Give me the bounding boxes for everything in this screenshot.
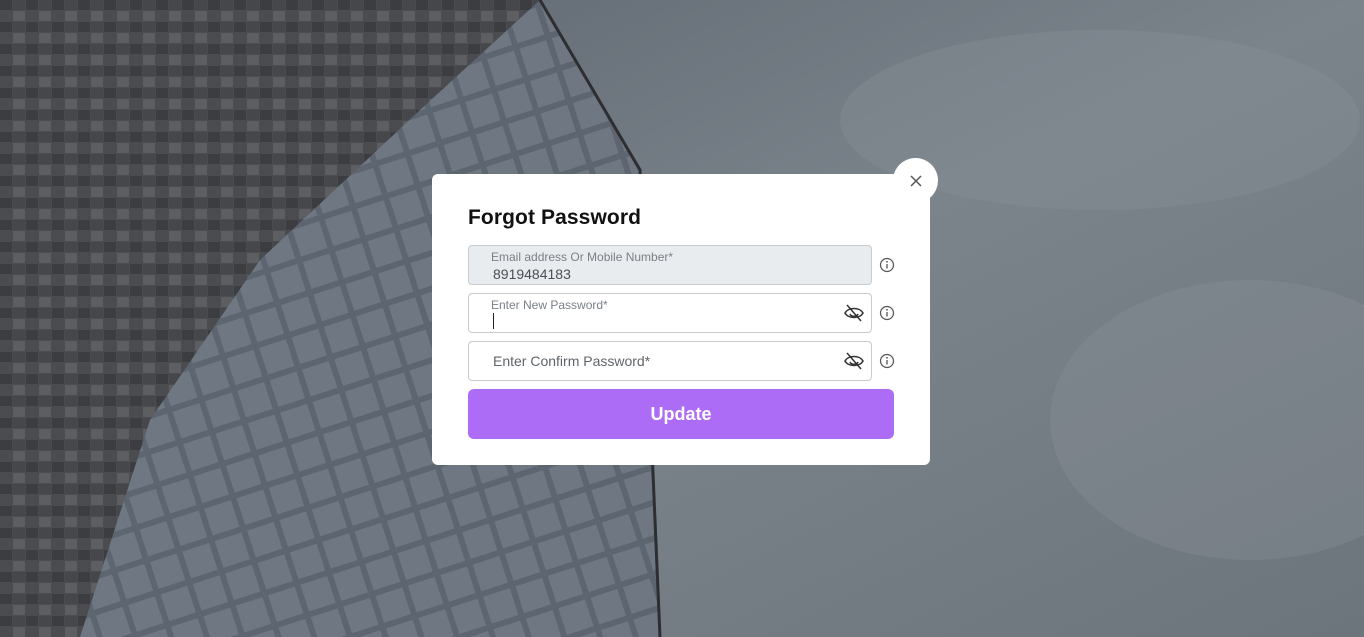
- eye-off-icon[interactable]: [843, 303, 865, 323]
- close-icon: [909, 174, 922, 187]
- text-cursor: [493, 313, 494, 329]
- email-or-mobile-value: 8919484183: [493, 266, 571, 282]
- close-button[interactable]: [893, 158, 938, 203]
- info-icon[interactable]: [879, 305, 895, 321]
- new-password-field[interactable]: Enter New Password*: [468, 293, 872, 333]
- forgot-password-modal: Forgot Password Email address Or Mobile …: [432, 174, 930, 465]
- new-password-label: Enter New Password*: [491, 298, 608, 312]
- email-or-mobile-field[interactable]: Email address Or Mobile Number* 89194841…: [468, 245, 872, 285]
- modal-title: Forgot Password: [468, 206, 642, 229]
- update-button[interactable]: Update: [468, 389, 894, 439]
- confirm-password-placeholder: Enter Confirm Password*: [493, 353, 651, 369]
- info-icon[interactable]: [879, 353, 895, 369]
- confirm-password-field[interactable]: Enter Confirm Password*: [468, 341, 872, 381]
- eye-off-icon[interactable]: [843, 351, 865, 371]
- info-icon[interactable]: [879, 257, 895, 273]
- email-or-mobile-label: Email address Or Mobile Number*: [491, 250, 674, 264]
